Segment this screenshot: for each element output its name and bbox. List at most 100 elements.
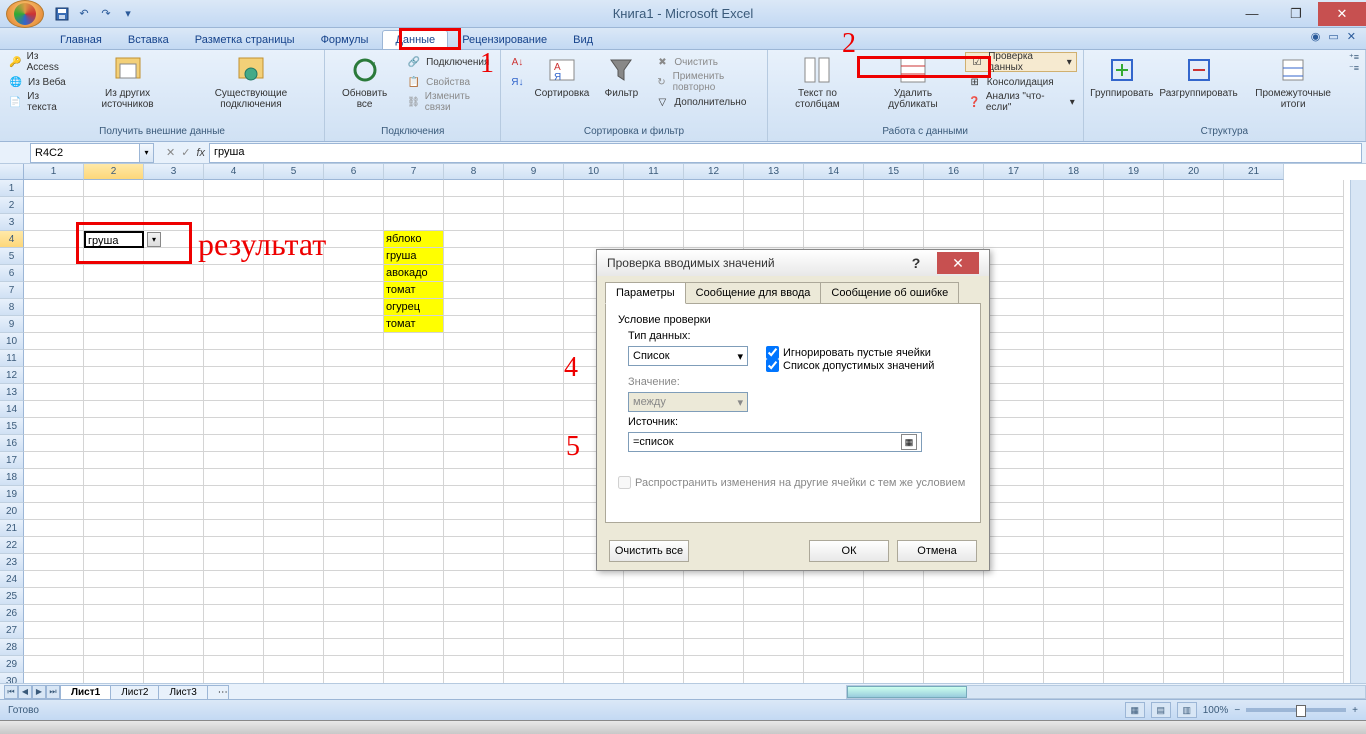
office-button[interactable] [6,0,44,28]
last-sheet-icon[interactable]: ⏭ [46,685,60,699]
enter-icon[interactable]: ✓ [181,146,190,159]
existing-conn-button[interactable]: Существующие подключения [184,52,318,112]
column-header[interactable]: 12 [684,164,744,180]
select-all-corner[interactable] [0,164,24,180]
text-to-columns-button[interactable]: Текст по столбцам [774,52,862,112]
column-header[interactable]: 21 [1224,164,1284,180]
column-header[interactable]: 15 [864,164,924,180]
maximize-button[interactable]: ❐ [1274,2,1318,26]
column-header[interactable]: 10 [564,164,624,180]
close-button[interactable]: ✕ [1318,2,1366,26]
consolidate-button[interactable]: ⊞Консолидация [965,72,1077,92]
row-header[interactable]: 8 [0,299,24,316]
in-cell-dropdown-checkbox[interactable]: Список допустимых значений [766,359,934,372]
name-box[interactable]: R4C2 [30,143,140,163]
row-header[interactable]: 2 [0,197,24,214]
cell-g4[interactable]: яблоко [384,231,444,248]
clear-all-button[interactable]: Очистить все [609,540,689,562]
column-header[interactable]: 14 [804,164,864,180]
column-header[interactable]: 7 [384,164,444,180]
prev-sheet-icon[interactable]: ◀ [18,685,32,699]
row-header[interactable]: 25 [0,588,24,605]
zoom-in-button[interactable]: + [1352,705,1358,716]
show-detail-icon[interactable]: ⁺≡ [1349,52,1359,63]
close-workbook-icon[interactable]: ✕ [1347,30,1356,43]
column-header[interactable]: 9 [504,164,564,180]
reapply-button[interactable]: ↻Применить повторно [652,72,760,92]
cell-g7[interactable]: томат [384,282,444,299]
dialog-close-button[interactable]: ✕ [937,252,979,274]
cell-g5[interactable]: груша [384,248,444,265]
remove-duplicates-button[interactable]: Удалить дубликаты [867,52,958,112]
row-header[interactable]: 6 [0,265,24,282]
row-header[interactable]: 28 [0,639,24,656]
page-break-view-icon[interactable]: ▥ [1177,702,1197,718]
row-header[interactable]: 22 [0,537,24,554]
from-other-button[interactable]: Из других источников [77,52,177,112]
subtotal-button[interactable]: Промежуточные итоги [1243,52,1343,112]
dialog-titlebar[interactable]: Проверка вводимых значений ? ✕ [597,250,989,276]
column-header[interactable]: 2 [84,164,144,180]
undo-icon[interactable]: ↶ [76,6,92,22]
column-header[interactable]: 8 [444,164,504,180]
from-access-button[interactable]: 🔑Из Access [6,52,71,72]
next-sheet-icon[interactable]: ▶ [32,685,46,699]
column-header[interactable]: 1 [24,164,84,180]
sort-button[interactable]: АЯ Сортировка [533,52,590,101]
row-header[interactable]: 11 [0,350,24,367]
row-header[interactable]: 10 [0,333,24,350]
minimize-ribbon-icon[interactable]: ▭ [1328,30,1338,43]
row-header[interactable]: 18 [0,469,24,486]
row-header[interactable]: 3 [0,214,24,231]
column-header[interactable]: 4 [204,164,264,180]
name-box-dropdown[interactable]: ▾ [140,143,154,163]
first-sheet-icon[interactable]: ⏮ [4,685,18,699]
redo-icon[interactable]: ↷ [98,6,114,22]
from-web-button[interactable]: 🌐Из Веба [6,72,71,92]
row-header[interactable]: 16 [0,435,24,452]
refresh-all-button[interactable]: Обновить все [331,52,398,112]
row-header[interactable]: 5 [0,248,24,265]
ungroup-button[interactable]: Разгруппировать [1160,52,1238,101]
row-header[interactable]: 19 [0,486,24,503]
what-if-button[interactable]: ❓Анализ "что-если" ▾ [965,92,1077,112]
source-input[interactable]: =список▦ [628,432,922,452]
column-header[interactable]: 18 [1044,164,1104,180]
group-button[interactable]: Группировать [1090,52,1154,101]
column-header[interactable]: 3 [144,164,204,180]
formula-input[interactable]: груша [209,143,1362,163]
zoom-out-button[interactable]: − [1234,705,1240,716]
type-select[interactable]: Список▾ [628,346,748,366]
cell-dropdown-button[interactable]: ▾ [147,232,161,247]
row-header[interactable]: 14 [0,401,24,418]
cell-g8[interactable]: огурец [384,299,444,316]
insert-sheet-button[interactable]: ⋯ [207,685,229,699]
row-header[interactable]: 20 [0,503,24,520]
column-header[interactable]: 17 [984,164,1044,180]
normal-view-icon[interactable]: ▦ [1125,702,1145,718]
sort-az-button[interactable]: А↓ [507,52,527,72]
ok-button[interactable]: ОК [809,540,889,562]
tab-page-layout[interactable]: Разметка страницы [183,31,307,49]
tab-view[interactable]: Вид [561,31,605,49]
tab-review[interactable]: Рецензирование [450,31,559,49]
dialog-tab-error-msg[interactable]: Сообщение об ошибке [820,282,959,304]
hide-detail-icon[interactable]: ⁻≡ [1349,63,1359,74]
row-header[interactable]: 17 [0,452,24,469]
column-header[interactable]: 19 [1104,164,1164,180]
row-header[interactable]: 29 [0,656,24,673]
column-header[interactable]: 13 [744,164,804,180]
zoom-level[interactable]: 100% [1203,705,1229,716]
row-header[interactable]: 26 [0,605,24,622]
column-header[interactable]: 5 [264,164,324,180]
horizontal-scrollbar[interactable] [846,685,1366,699]
cell-g6[interactable]: авокадо [384,265,444,282]
tab-insert[interactable]: Вставка [116,31,181,49]
column-header[interactable]: 20 [1164,164,1224,180]
dialog-help-button[interactable]: ? [895,252,937,274]
row-header[interactable]: 23 [0,554,24,571]
column-header[interactable]: 16 [924,164,984,180]
minimize-button[interactable]: — [1230,2,1274,26]
sort-za-button[interactable]: Я↓ [507,72,527,92]
from-text-button[interactable]: 📄Из текста [6,92,71,112]
